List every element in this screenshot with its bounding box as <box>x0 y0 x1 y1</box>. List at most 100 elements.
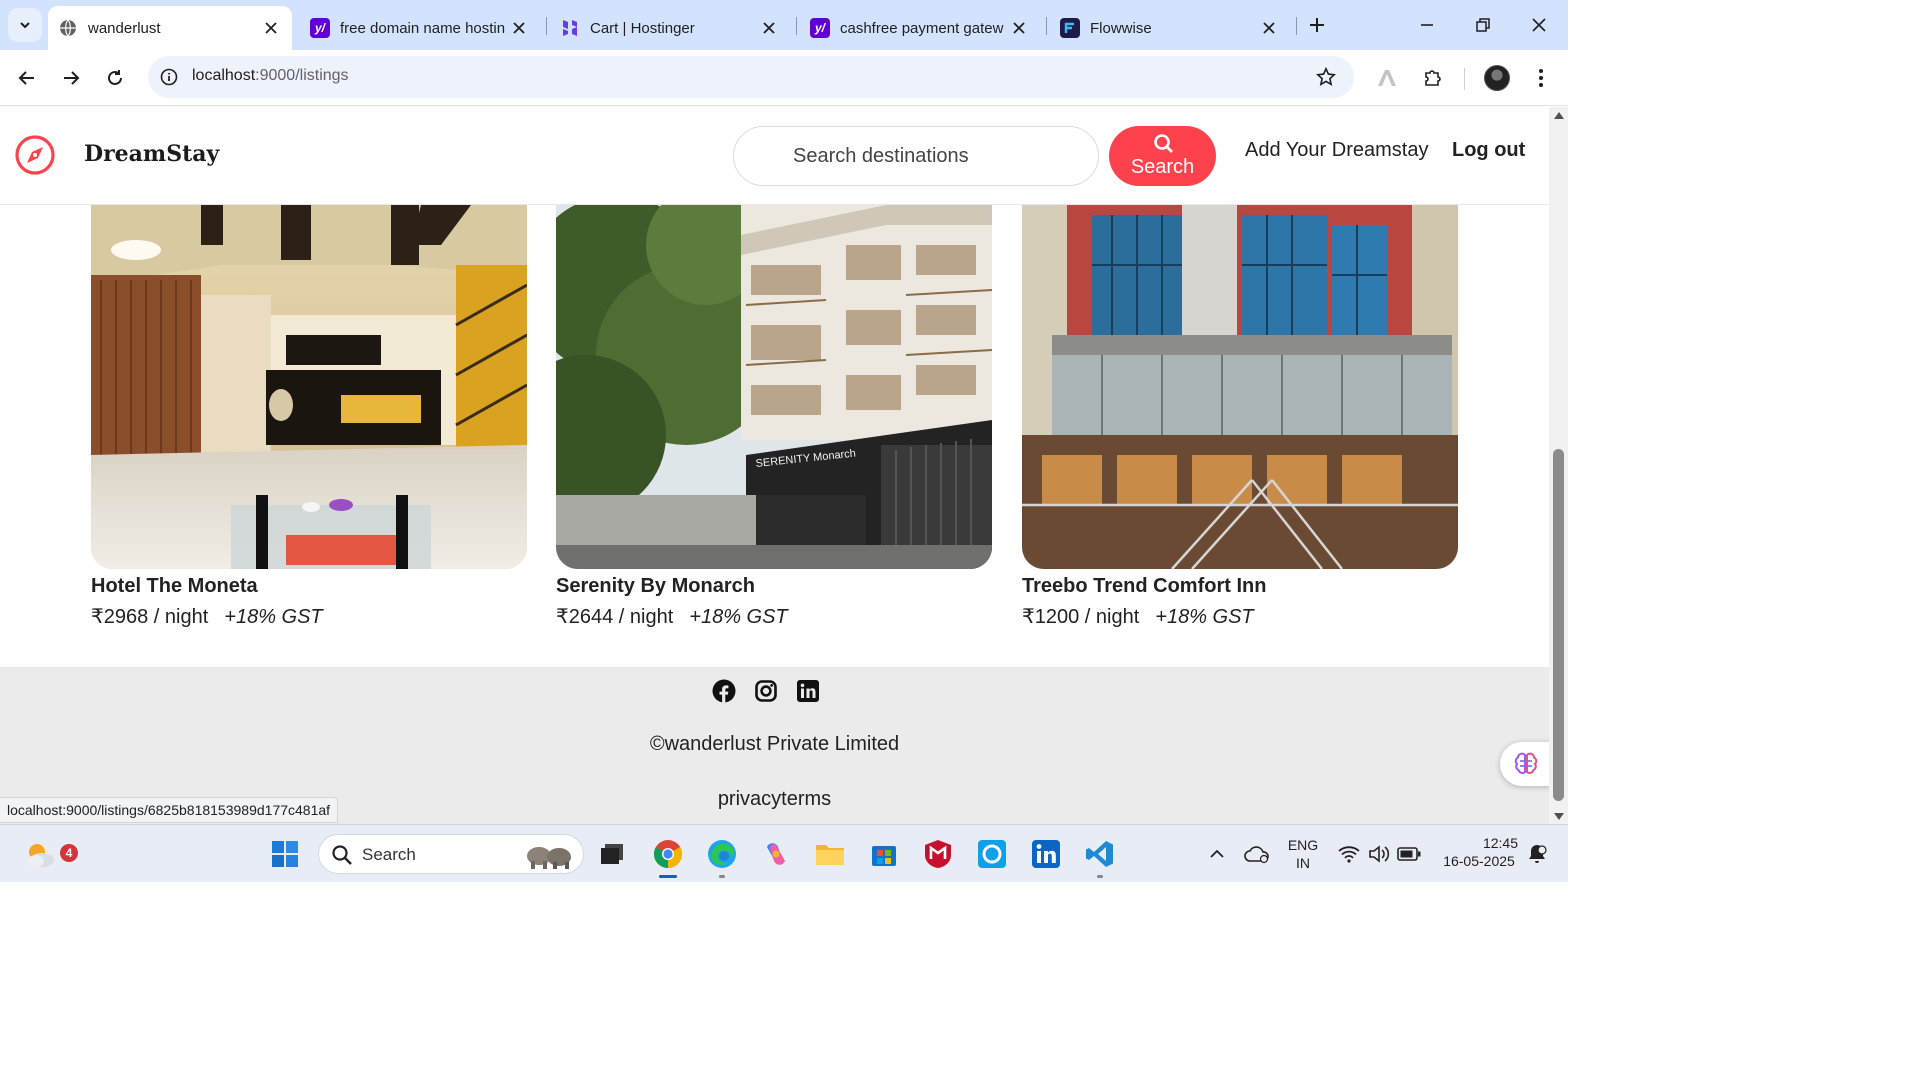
listing-price: ₹2644 / night +18% GST <box>556 604 992 629</box>
onedrive-tray[interactable] <box>1239 836 1275 872</box>
listing-title[interactable]: Hotel The Moneta <box>91 575 527 598</box>
input-language-indicator[interactable]: ENG IN <box>1284 836 1322 872</box>
terms-link[interactable]: terms <box>781 788 831 810</box>
notification-badge: 4 <box>60 844 78 862</box>
tab-yahoo-domain[interactable]: y/ free domain name hostin <box>300 6 540 50</box>
start-button[interactable] <box>267 836 303 872</box>
page-scrollbar[interactable] <box>1549 107 1568 824</box>
toolbar-separator <box>1464 68 1465 90</box>
folder-icon <box>816 845 844 865</box>
listing-image[interactable]: SERENITY Monarch <box>556 205 992 569</box>
listing-card[interactable]: Treebo Trend Comfort Inn ₹1200 / night +1… <box>1022 205 1458 629</box>
notifications-button[interactable] <box>1522 836 1552 872</box>
compass-icon[interactable] <box>14 134 56 176</box>
scroll-down-arrow-icon[interactable] <box>1554 813 1564 820</box>
taskbar-edge[interactable] <box>704 836 740 878</box>
wifi-tray[interactable] <box>1334 836 1364 872</box>
profile-avatar[interactable] <box>1484 65 1510 91</box>
chrome-icon <box>654 840 682 868</box>
volume-tray[interactable] <box>1364 836 1394 872</box>
taskbar-mcafee[interactable] <box>920 836 956 872</box>
battery-tray[interactable] <box>1394 836 1424 872</box>
close-window-button[interactable] <box>1524 10 1554 40</box>
close-tab-icon[interactable] <box>758 17 780 39</box>
tab-hostinger-cart[interactable]: Cart | Hostinger <box>550 6 790 50</box>
close-tab-icon[interactable] <box>508 17 530 39</box>
price-per-night: ₹2644 / night <box>556 606 674 628</box>
instagram-icon[interactable] <box>754 679 778 703</box>
listing-title[interactable]: Serenity By Monarch <box>556 575 992 598</box>
taskbar-alexa[interactable] <box>974 836 1010 872</box>
listing-image[interactable] <box>1022 205 1458 569</box>
brand-name[interactable]: DreamStay <box>84 141 219 167</box>
search-destinations-input[interactable] <box>733 126 1099 186</box>
running-app-indicator <box>719 875 725 878</box>
task-view-icon <box>601 844 623 864</box>
clock[interactable]: 12:45 16-05-2025 <box>1434 834 1524 870</box>
tab-search-button[interactable] <box>8 8 42 42</box>
listing-price: ₹1200 / night +18% GST <box>1022 604 1458 629</box>
search-button[interactable]: Search <box>1109 126 1216 186</box>
restore-window-button[interactable] <box>1468 10 1498 40</box>
taskbar-store[interactable] <box>866 836 902 872</box>
browser-menu-icon[interactable] <box>1527 64 1555 92</box>
globe-icon <box>58 18 78 38</box>
scrollbar-thumb[interactable] <box>1553 449 1564 801</box>
show-hidden-icons-button[interactable] <box>1199 836 1235 872</box>
chevron-up-icon <box>1210 849 1224 858</box>
listing-image[interactable] <box>91 205 527 569</box>
weather-widget[interactable]: 4 <box>22 836 78 872</box>
tab-title: wanderlust <box>88 19 161 37</box>
close-tab-icon[interactable] <box>260 17 282 39</box>
taskbar-search-label: Search <box>362 845 416 864</box>
extensions-puzzle-icon[interactable] <box>1419 64 1447 92</box>
tab-separator <box>546 17 547 35</box>
search-icon <box>332 845 352 865</box>
alexa-ring-icon <box>978 840 1006 868</box>
new-tab-button[interactable] <box>1304 12 1330 38</box>
facebook-icon[interactable] <box>712 679 736 703</box>
forward-button[interactable] <box>55 62 87 94</box>
tab-yahoo-cashfree[interactable]: y/ cashfree payment gatew <box>800 6 1040 50</box>
tab-separator <box>1296 17 1297 35</box>
privacy-link[interactable]: privacy <box>718 788 781 810</box>
reload-button[interactable] <box>99 62 131 94</box>
assistant-floating-button[interactable] <box>1500 742 1549 786</box>
listing-title[interactable]: Treebo Trend Comfort Inn <box>1022 575 1458 598</box>
listing-card[interactable]: SERENITY Monarch Serenity By Monarch ₹26… <box>556 205 992 629</box>
back-button[interactable] <box>11 62 43 94</box>
price-per-night: ₹2968 / night <box>91 606 209 628</box>
minimize-window-button[interactable] <box>1412 10 1442 40</box>
taskbar-copilot[interactable] <box>758 836 794 872</box>
taskbar-task-view[interactable] <box>594 836 630 872</box>
arrow-left-icon <box>18 71 34 85</box>
elephants-illustration-icon <box>527 847 571 869</box>
bookmark-star-icon[interactable] <box>1314 65 1338 89</box>
gst-note: +18% GST <box>1155 606 1254 628</box>
taskbar-vscode[interactable] <box>1082 836 1118 878</box>
close-tab-icon[interactable] <box>1008 17 1030 39</box>
logout-link[interactable]: Log out <box>1452 139 1525 162</box>
tab-flowwise[interactable]: Flowwise <box>1050 6 1290 50</box>
scroll-up-arrow-icon[interactable] <box>1554 112 1564 119</box>
listing-card[interactable]: Hotel The Moneta ₹2968 / night +18% GST <box>91 205 527 629</box>
tab-wanderlust[interactable]: wanderlust <box>48 6 292 50</box>
reload-icon <box>108 70 122 85</box>
address-bar[interactable]: localhost:9000/listings <box>148 56 1354 98</box>
clock-date: 16-05-2025 <box>1443 853 1515 869</box>
taskbar-search[interactable]: Search <box>318 834 584 874</box>
hostinger-icon <box>560 18 580 38</box>
copyright-text: ©wanderlust Private Limited <box>649 733 900 755</box>
linkedin-app-icon <box>1032 840 1060 868</box>
taskbar-linkedin[interactable] <box>1028 836 1064 872</box>
linkedin-icon[interactable] <box>796 679 820 703</box>
link-status-bubble: localhost:9000/listings/6825b818153989d1… <box>0 797 339 823</box>
extension-a-icon[interactable] <box>1373 64 1401 92</box>
site-info-icon[interactable] <box>158 66 180 88</box>
add-dreamstay-link[interactable]: Add Your Dreamstay <box>1245 139 1428 162</box>
taskbar-chrome[interactable] <box>650 836 686 878</box>
taskbar-file-explorer[interactable] <box>812 836 848 872</box>
url-text: localhost:9000/listings <box>192 67 349 85</box>
close-tab-icon[interactable] <box>1258 17 1280 39</box>
yahoo-icon: y/ <box>310 18 330 38</box>
